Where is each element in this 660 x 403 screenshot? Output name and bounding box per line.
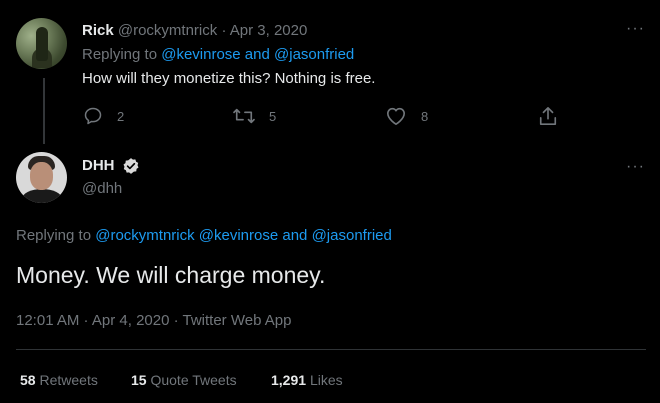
- reply-display-name[interactable]: Rick: [82, 22, 114, 39]
- main-more-icon[interactable]: ···: [626, 158, 645, 176]
- avatar-dhh[interactable]: [16, 152, 67, 203]
- divider: [16, 349, 646, 350]
- retweet-icon[interactable]: [232, 106, 256, 126]
- like-count: 8: [421, 109, 429, 124]
- reply-replying-to: Replying to @kevinrose and @jasonfried: [82, 46, 354, 63]
- like-icon[interactable]: [385, 106, 407, 126]
- reply-icon[interactable]: [83, 106, 103, 126]
- reply-handle[interactable]: @rockymtnrick: [118, 22, 217, 39]
- reply-date[interactable]: Apr 3, 2020: [230, 22, 308, 39]
- likes-label: Likes: [309, 372, 343, 388]
- quotes-label: Quote Tweets: [150, 372, 237, 388]
- avatar-rick[interactable]: [16, 18, 67, 69]
- reply-count: 2: [117, 109, 125, 124]
- retweet-count: 5: [269, 109, 277, 124]
- quotes-count: 15: [131, 372, 147, 388]
- replying-prefix: Replying to: [82, 46, 158, 63]
- replying-mentions[interactable]: @kevinrose and @jasonfried: [161, 46, 354, 63]
- stat-quote-tweets[interactable]: 15 Quote Tweets: [131, 372, 237, 388]
- retweets-count: 58: [20, 372, 36, 388]
- thread-connector-line: [43, 78, 45, 144]
- stat-retweets[interactable]: 58 Retweets: [20, 372, 98, 388]
- stat-likes[interactable]: 1,291 Likes: [271, 372, 343, 388]
- main-tweet-name-row: DHH: [82, 157, 115, 174]
- main-tweet-text: Money. We will charge money.: [16, 262, 326, 288]
- reply-tweet-text: How will they monetize this? Nothing is …: [82, 70, 376, 87]
- reply-tweet-header: Rick @rockymtnrick · Apr 3, 2020: [82, 22, 307, 39]
- retweets-label: Retweets: [39, 372, 98, 388]
- share-icon[interactable]: [538, 105, 558, 127]
- main-display-name[interactable]: DHH: [82, 157, 115, 174]
- main-tweet-meta[interactable]: 12:01 AM · Apr 4, 2020 · Twitter Web App: [16, 312, 291, 329]
- main-replying-mentions[interactable]: @rockymtnrick @kevinrose and @jasonfried: [95, 227, 392, 244]
- main-replying-to: Replying to @rockymtnrick @kevinrose and…: [16, 227, 392, 244]
- reply-more-icon[interactable]: ···: [626, 20, 645, 38]
- main-replying-prefix: Replying to: [16, 227, 92, 244]
- likes-count: 1,291: [271, 372, 307, 388]
- header-separator: ·: [221, 22, 227, 39]
- verified-badge-icon: [122, 157, 140, 175]
- main-handle[interactable]: @dhh: [82, 180, 122, 197]
